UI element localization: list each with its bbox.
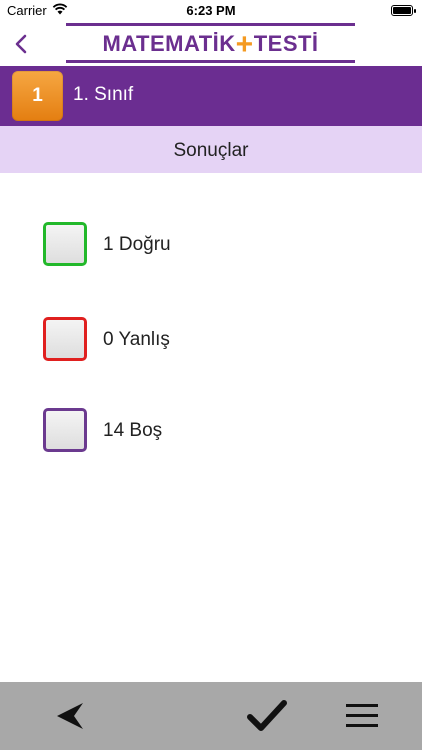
menu-button[interactable] [333, 682, 393, 750]
back-arrow-icon [57, 703, 83, 729]
result-row-wrong: 0 Yanlış [43, 317, 343, 363]
result-row-correct: 1 Doğru [43, 222, 343, 268]
wrong-count-label: 0 Yanlış [103, 329, 170, 350]
app-logo: MATEMATİK+TESTİ [66, 23, 355, 63]
blank-color-box [43, 408, 87, 452]
checkmark-icon [247, 700, 287, 731]
logo-text-left: MATEMATİK [102, 31, 236, 56]
results-header: Sonuçlar [0, 126, 422, 173]
results-title: Sonuçlar [173, 140, 249, 161]
plus-icon: + [235, 28, 254, 61]
blank-count-label: 14 Boş [103, 420, 163, 441]
correct-color-box [43, 222, 87, 266]
bottom-toolbar [0, 682, 422, 750]
navigation-bar: MATEMATİK+TESTİ [0, 22, 422, 66]
grade-badge: 1 [12, 71, 63, 121]
grade-bar: 1 1. Sınıf [0, 66, 422, 126]
back-button[interactable] [41, 682, 101, 750]
grade-label: 1. Sınıf [73, 84, 134, 105]
wrong-color-box [43, 317, 87, 361]
check-button[interactable] [235, 682, 295, 750]
logo-text-right: TESTİ [253, 31, 319, 56]
battery-icon [391, 5, 416, 16]
status-bar: Carrier 6:23 PM [0, 0, 422, 22]
result-row-blank: 14 Boş [43, 408, 343, 454]
menu-icon [346, 704, 378, 727]
correct-count-label: 1 Doğru [103, 234, 171, 255]
back-chevron-icon[interactable] [8, 28, 36, 60]
status-time: 6:23 PM [186, 3, 236, 18]
